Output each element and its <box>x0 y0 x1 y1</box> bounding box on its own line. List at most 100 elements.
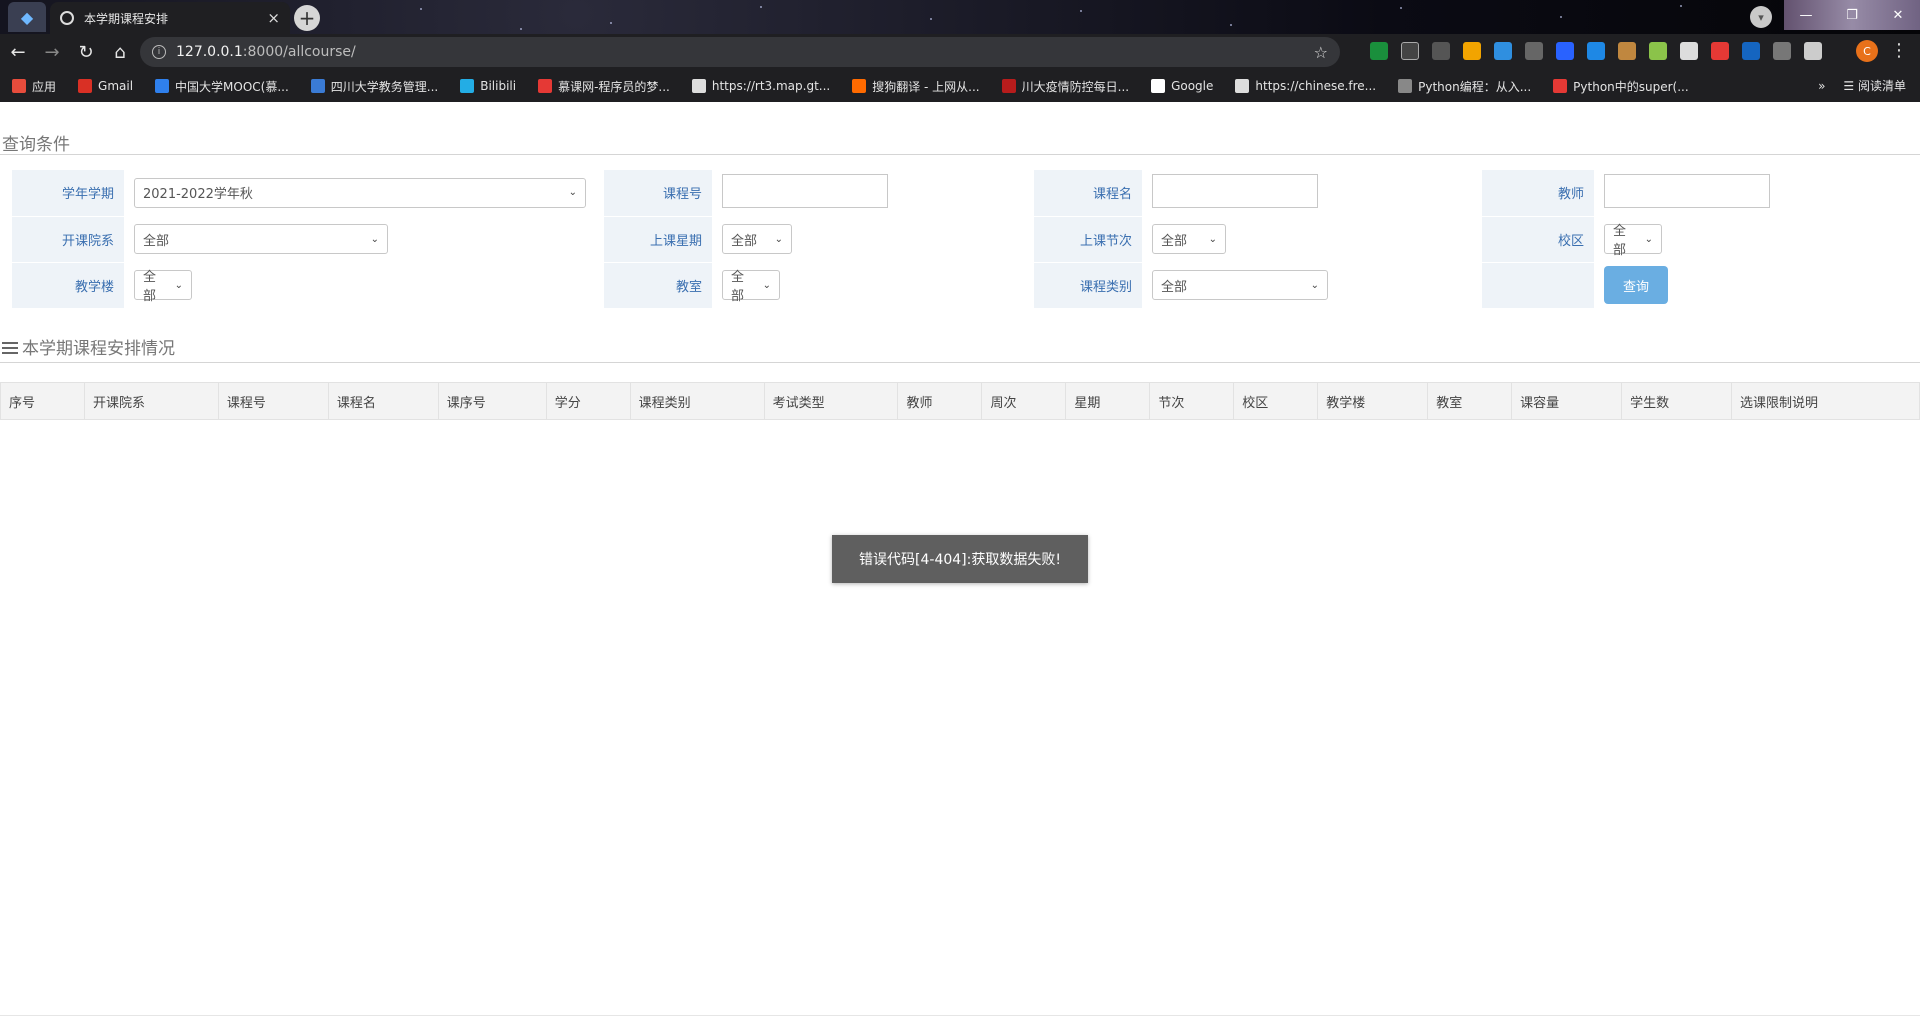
column-header[interactable]: 课容量 <box>1511 382 1623 420</box>
back-icon[interactable]: ← <box>2 36 34 68</box>
reload-icon[interactable]: ↻ <box>70 36 102 68</box>
puzzle-extensions-icon[interactable] <box>1804 42 1822 60</box>
profile-menu-icon[interactable]: ▾ <box>1750 6 1772 28</box>
bookmark-item[interactable]: https://rt3.map.gt... <box>691 79 831 93</box>
extension-icon[interactable] <box>1773 42 1791 60</box>
tab-title: 本学期课程安排 <box>84 11 169 26</box>
reading-list-button[interactable]: ☰ 阅读清单 <box>1843 77 1906 94</box>
bookmark-item[interactable]: Python中的super(... <box>1553 78 1689 95</box>
bookmark-favicon-icon <box>460 79 475 93</box>
home-icon[interactable]: ⌂ <box>104 36 136 68</box>
bookmark-star-icon[interactable]: ☆ <box>1314 43 1328 62</box>
maximize-icon[interactable]: ❐ <box>1830 0 1874 30</box>
bookmark-item[interactable]: Python编程：从入... <box>1398 78 1531 95</box>
column-header[interactable]: 选课限制说明 <box>1731 382 1920 420</box>
course-table: 序号 开课院系 课程号 课程名 课序号 学分 课程类别 考试类型 教师 周次 星期 节次 校区 教学楼 教室… <box>0 382 1920 420</box>
column-header[interactable]: 课程号 <box>217 382 329 420</box>
extension-icon[interactable] <box>1463 42 1481 60</box>
window-close-icon[interactable]: ✕ <box>1876 0 1920 30</box>
room-select[interactable]: 全部 ⌄ <box>722 270 780 304</box>
browser-tab-strip: ◆ 本学期课程安排 × + ▾ — ❐ ✕ <box>0 0 1920 34</box>
bookmark-item[interactable]: 四川大学教务管理... <box>310 78 438 95</box>
profile-avatar[interactable]: C <box>1856 40 1878 62</box>
bookmark-label: 应用 <box>32 79 57 94</box>
extension-icon[interactable] <box>1370 42 1388 60</box>
column-header[interactable]: 序号 <box>0 382 85 420</box>
bookmark-label: https://rt3.map.gt... <box>711 79 831 93</box>
divider <box>0 362 1920 363</box>
category-select[interactable]: 全部 ⌄ <box>1152 270 1328 300</box>
bookmark-item[interactable]: Bilibili <box>460 79 516 93</box>
chevron-down-icon: ⌄ <box>568 187 577 199</box>
browser-menu-icon[interactable]: ⋮ <box>1890 40 1908 61</box>
extension-icon[interactable] <box>1494 42 1512 60</box>
bookmark-item[interactable]: Gmail <box>78 79 133 93</box>
column-header[interactable]: 教学楼 <box>1317 382 1429 420</box>
campus-select-value: 全部 <box>1613 224 1627 258</box>
column-header[interactable]: 考试类型 <box>763 382 899 420</box>
tab-close-icon[interactable]: × <box>267 9 280 27</box>
extension-icon[interactable] <box>1525 42 1543 60</box>
column-header[interactable]: 星期 <box>1065 382 1151 420</box>
period-select[interactable]: 全部 ⌄ <box>1152 224 1226 254</box>
minimize-icon[interactable]: — <box>1784 0 1828 30</box>
bookmark-favicon-icon <box>310 79 325 93</box>
bookmark-favicon-icon <box>12 79 26 93</box>
course-name-input[interactable] <box>1152 173 1318 208</box>
bookmark-item[interactable]: 川大疫情防控每日... <box>1001 78 1129 95</box>
course-name-label: 课程名 <box>1034 170 1142 217</box>
extension-icon[interactable] <box>1742 42 1760 60</box>
column-header[interactable]: 学分 <box>545 382 631 420</box>
reading-list-label: 阅读清单 <box>1857 79 1906 93</box>
weekday-select[interactable]: 全部 ⌄ <box>722 224 792 254</box>
bookmark-favicon-icon <box>1553 79 1568 93</box>
column-header[interactable]: 学生数 <box>1621 382 1733 420</box>
column-header[interactable]: 课程名 <box>327 382 439 420</box>
column-header[interactable]: 教师 <box>897 382 983 420</box>
course-no-input[interactable] <box>722 173 888 208</box>
building-select[interactable]: 全部 ⌄ <box>134 270 192 304</box>
bookmark-item[interactable]: https://chinese.fre... <box>1235 79 1376 93</box>
column-header[interactable]: 周次 <box>981 382 1067 420</box>
dept-select[interactable]: 全部 ⌄ <box>134 224 388 254</box>
column-header[interactable]: 课程类别 <box>629 382 765 420</box>
bookmark-favicon-icon <box>78 79 93 93</box>
bookmark-item[interactable]: 中国大学MOOC(慕... <box>155 78 289 95</box>
campus-select[interactable]: 全部 ⌄ <box>1604 224 1662 258</box>
column-header[interactable]: 节次 <box>1149 382 1235 420</box>
tab-active[interactable]: 本学期课程安排 × <box>50 2 290 34</box>
bookmark-favicon-icon <box>1398 79 1413 93</box>
forward-icon[interactable]: → <box>36 36 68 68</box>
search-button[interactable]: 查询 <box>1604 266 1668 304</box>
column-header[interactable]: 课序号 <box>437 382 547 420</box>
teacher-input[interactable] <box>1604 173 1770 208</box>
bookmark-favicon-icon <box>538 79 553 93</box>
bookmark-item[interactable]: 慕课网-程序员的梦... <box>538 78 670 95</box>
new-tab-button[interactable]: + <box>294 5 320 31</box>
tab-search-icon[interactable]: ◆ <box>8 2 46 32</box>
column-header[interactable]: 校区 <box>1233 382 1319 420</box>
extension-icon[interactable] <box>1556 42 1574 60</box>
extension-icon[interactable] <box>1680 42 1698 60</box>
extension-icon[interactable] <box>1401 42 1419 60</box>
bookmark-label: 中国大学MOOC(慕... <box>175 79 289 94</box>
bookmark-item[interactable]: Google <box>1151 79 1213 93</box>
extension-icon[interactable] <box>1587 42 1605 60</box>
extension-icon[interactable] <box>1432 42 1450 60</box>
site-info-icon[interactable]: i <box>152 45 166 59</box>
bookmark-label: Google <box>1171 79 1214 93</box>
more-bookmarks-icon[interactable]: » <box>1818 79 1825 93</box>
globe-icon <box>60 11 74 25</box>
bookmark-item[interactable]: 搜狗翻译 - 上网从... <box>852 78 980 95</box>
column-header[interactable]: 教室 <box>1427 382 1513 420</box>
bookmark-favicon-icon <box>1235 79 1250 93</box>
url-path: :8000/allcourse/ <box>242 44 356 60</box>
bookmark-label: Python中的super(... <box>1573 79 1689 94</box>
extension-icon[interactable] <box>1711 42 1729 60</box>
extension-icon[interactable] <box>1618 42 1636 60</box>
address-bar[interactable]: i 127.0.0.1 :8000/allcourse/ ☆ <box>140 37 1340 67</box>
column-header[interactable]: 开课院系 <box>83 382 219 420</box>
extension-icon[interactable] <box>1649 42 1667 60</box>
term-select[interactable]: 2021-2022学年秋 ⌄ <box>134 177 586 208</box>
bookmark-item[interactable]: 应用 <box>12 78 56 95</box>
